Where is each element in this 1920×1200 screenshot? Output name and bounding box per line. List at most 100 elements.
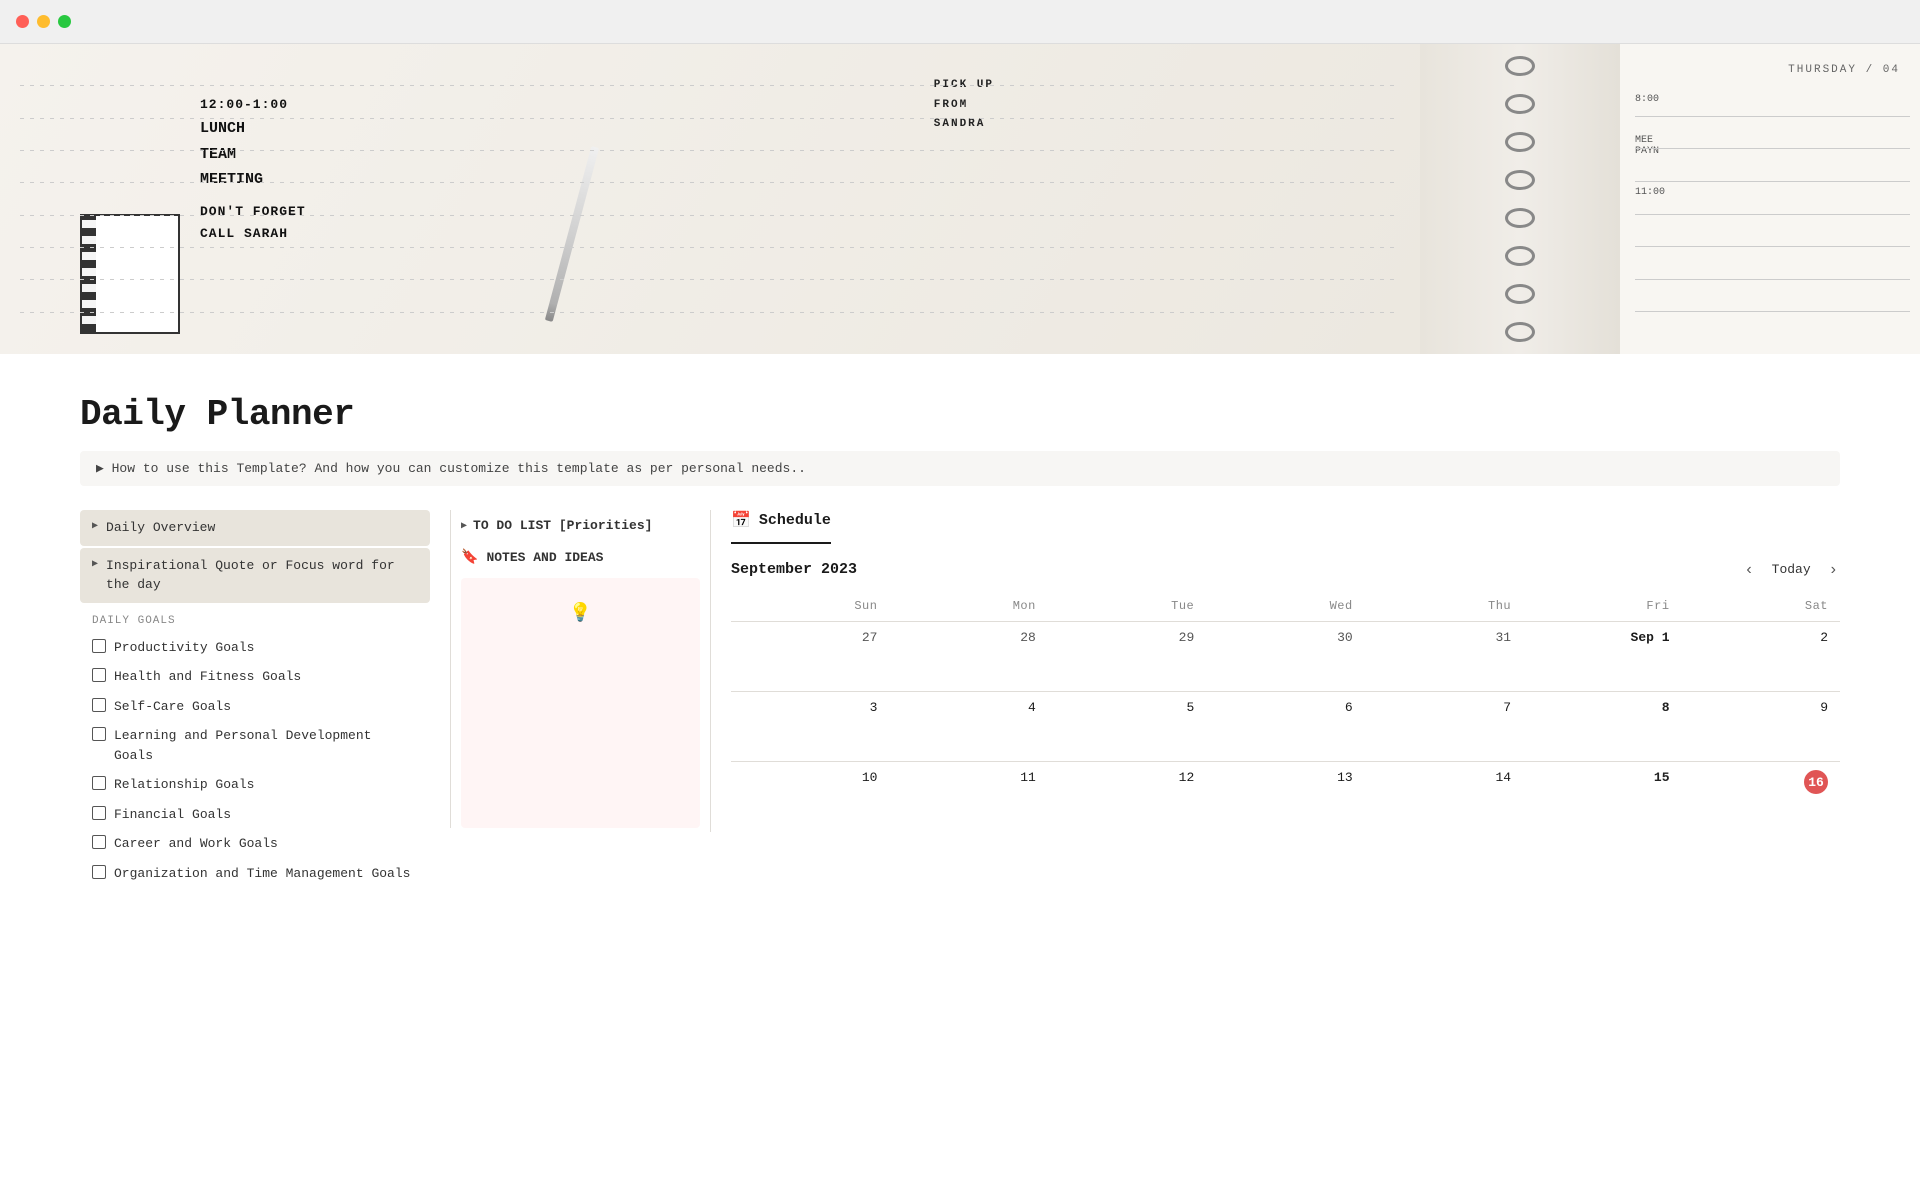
- three-column-layout: ▶ Daily Overview ▶ Inspirational Quote o…: [80, 510, 1840, 888]
- notes-section[interactable]: 🔖 NOTES AND IDEAS: [461, 545, 700, 578]
- goal-health[interactable]: Health and Fitness Goals: [80, 662, 430, 692]
- page: PICK UP FROM SANDRA 12:00-1:00 LUNCH TEA…: [0, 44, 1920, 928]
- cal-day-sep3[interactable]: 3: [731, 692, 889, 762]
- goal-productivity-label: Productivity Goals: [114, 638, 254, 658]
- cal-day-aug29[interactable]: 29: [1048, 622, 1206, 692]
- schedule-tab[interactable]: 📅 Schedule: [731, 510, 831, 544]
- checkbox-financial[interactable]: [92, 806, 106, 820]
- checkbox-health[interactable]: [92, 668, 106, 682]
- calendar-prev-button[interactable]: ‹: [1742, 561, 1755, 579]
- cal-day-sep2[interactable]: 2: [1682, 622, 1840, 692]
- cal-day-sep10[interactable]: 10: [731, 762, 889, 832]
- hero-overlay: PICK UP FROM SANDRA 12:00-1:00 LUNCH TEA…: [0, 44, 1920, 354]
- calendar-week-2: 3 4 5 6 7 8 9: [731, 692, 1840, 762]
- goal-learning[interactable]: Learning and Personal Development Goals: [80, 721, 430, 770]
- cal-day-aug31[interactable]: 31: [1365, 622, 1523, 692]
- cal-day-aug28[interactable]: 28: [889, 622, 1047, 692]
- daily-overview-label: Daily Overview: [106, 518, 215, 538]
- calendar-header-row: Sun Mon Tue Wed Thu Fri Sat: [731, 595, 1840, 622]
- inspirational-quote-item[interactable]: ▶ Inspirational Quote or Focus word for …: [80, 548, 430, 603]
- goal-productivity[interactable]: Productivity Goals: [80, 633, 430, 663]
- goal-health-label: Health and Fitness Goals: [114, 667, 301, 687]
- todo-arrow-icon: ▶: [461, 520, 467, 532]
- left-column: ▶ Daily Overview ▶ Inspirational Quote o…: [80, 510, 450, 888]
- cal-day-aug27[interactable]: 27: [731, 622, 889, 692]
- maximize-button[interactable]: [58, 15, 71, 28]
- hero-cal-header: THURSDAY / 04: [1788, 64, 1900, 76]
- main-content: Daily Planner ▶ How to use this Template…: [0, 354, 1920, 928]
- goal-career[interactable]: Career and Work Goals: [80, 829, 430, 859]
- spiral-ring: [1505, 170, 1535, 190]
- cal-header-tue: Tue: [1048, 595, 1206, 622]
- right-column-calendar: 📅 Schedule September 2023 ‹ Today › Sun: [710, 510, 1840, 832]
- cal-day-sep15[interactable]: 15: [1523, 762, 1681, 832]
- cal-day-sep1[interactable]: Sep 1: [1523, 622, 1681, 692]
- template-callout[interactable]: ▶ How to use this Template? And how you …: [80, 451, 1840, 486]
- cal-day-sep6[interactable]: 6: [1206, 692, 1364, 762]
- spiral-ring: [1505, 56, 1535, 76]
- calendar-grid: Sun Mon Tue Wed Thu Fri Sat 27: [731, 595, 1840, 832]
- spiral-ring: [1505, 94, 1535, 114]
- hero-image: PICK UP FROM SANDRA 12:00-1:00 LUNCH TEA…: [0, 44, 1920, 354]
- cal-header-sat: Sat: [1682, 595, 1840, 622]
- cal-day-sep9[interactable]: 9: [1682, 692, 1840, 762]
- spiral-ring: [1505, 322, 1535, 342]
- calendar-icon: 📅: [731, 510, 751, 530]
- goal-organization-label: Organization and Time Management Goals: [114, 864, 410, 884]
- minimize-button[interactable]: [37, 15, 50, 28]
- notes-area[interactable]: 💡: [461, 578, 700, 828]
- cal-header-thu: Thu: [1365, 595, 1523, 622]
- cal-day-sep13[interactable]: 13: [1206, 762, 1364, 832]
- page-title: Daily Planner: [80, 394, 1840, 435]
- inspirational-quote-label: Inspirational Quote or Focus word for th…: [106, 556, 418, 595]
- calendar-nav-controls: ‹ Today ›: [1742, 560, 1840, 579]
- goal-career-label: Career and Work Goals: [114, 834, 278, 854]
- notebook-lines: [0, 44, 1420, 354]
- checkbox-learning[interactable]: [92, 727, 106, 741]
- checkbox-selfcare[interactable]: [92, 698, 106, 712]
- bookmark-icon: 🔖: [461, 549, 478, 566]
- cal-day-sep14[interactable]: 14: [1365, 762, 1523, 832]
- calendar-today-button[interactable]: Today: [1764, 560, 1819, 579]
- cal-day-aug30[interactable]: 30: [1206, 622, 1364, 692]
- hero-cal-lines: [1635, 84, 1910, 344]
- calendar-month-year: September 2023: [731, 561, 857, 578]
- cal-day-sep7[interactable]: 7: [1365, 692, 1523, 762]
- spiral-ring: [1505, 246, 1535, 266]
- cal-day-sep12[interactable]: 12: [1048, 762, 1206, 832]
- spiral-ring: [1505, 208, 1535, 228]
- checkbox-career[interactable]: [92, 835, 106, 849]
- cal-header-fri: Fri: [1523, 595, 1681, 622]
- notes-label: NOTES AND IDEAS: [486, 550, 603, 565]
- goal-selfcare[interactable]: Self-Care Goals: [80, 692, 430, 722]
- middle-column: ▶ TO DO LIST [Priorities] 🔖 NOTES AND ID…: [450, 510, 710, 828]
- checkbox-relationship[interactable]: [92, 776, 106, 790]
- close-button[interactable]: [16, 15, 29, 28]
- goal-financial-label: Financial Goals: [114, 805, 231, 825]
- cal-header-sun: Sun: [731, 595, 889, 622]
- hero-cal-content: 8:00 MEEPAYN 11:00: [1635, 84, 1910, 344]
- callout-text: ▶ How to use this Template? And how you …: [96, 461, 806, 476]
- spiral-rings: [1505, 44, 1535, 354]
- cal-day-sep8[interactable]: 8: [1523, 692, 1681, 762]
- checkbox-organization[interactable]: [92, 865, 106, 879]
- lightbulb-icon: 💡: [569, 602, 591, 624]
- notebook-area: PICK UP FROM SANDRA 12:00-1:00 LUNCH TEA…: [0, 44, 1420, 354]
- cal-day-sep16-today[interactable]: 16: [1682, 762, 1840, 832]
- checkbox-productivity[interactable]: [92, 639, 106, 653]
- cal-header-wed: Wed: [1206, 595, 1364, 622]
- cal-day-sep4[interactable]: 4: [889, 692, 1047, 762]
- todo-section[interactable]: ▶ TO DO LIST [Priorities]: [461, 510, 700, 545]
- daily-overview-item[interactable]: ▶ Daily Overview: [80, 510, 430, 546]
- cal-header-mon: Mon: [889, 595, 1047, 622]
- calendar-week-3: 10 11 12 13 14 15 16: [731, 762, 1840, 832]
- calendar-next-button[interactable]: ›: [1827, 561, 1840, 579]
- goal-financial[interactable]: Financial Goals: [80, 800, 430, 830]
- goal-relationship[interactable]: Relationship Goals: [80, 770, 430, 800]
- cal-day-sep5[interactable]: 5: [1048, 692, 1206, 762]
- calendar-week-1: 27 28 29 30 31 Sep 1 2: [731, 622, 1840, 692]
- goal-organization[interactable]: Organization and Time Management Goals: [80, 859, 430, 889]
- arrow-icon: ▶: [92, 520, 98, 532]
- hero-calendar-area: THURSDAY / 04 8:00 MEEPAYN 11:00: [1620, 44, 1920, 354]
- cal-day-sep11[interactable]: 11: [889, 762, 1047, 832]
